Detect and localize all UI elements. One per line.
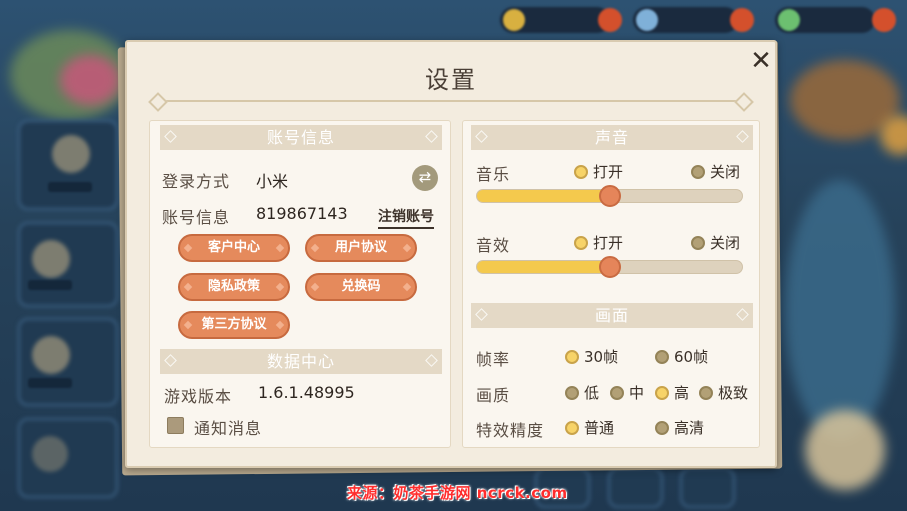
dialog-title: 设置 [425,66,477,94]
radio-selected-icon [565,349,579,364]
data-center-section-header: 数据中心 [160,349,442,374]
fps-option-60[interactable]: 60帧 [655,346,708,367]
sound-section-header: 声音 [471,125,753,150]
radio-unselected-icon [655,349,669,364]
bg-decoration [785,180,895,440]
bg-tile-icon [32,336,70,374]
quality-option-label: 高 [674,384,690,402]
bg-tile-label [28,280,72,290]
account-info-label: 账号信息 [162,208,231,227]
effects-label: 特效精度 [476,421,545,440]
quality-option-medium[interactable]: 中 [610,382,644,403]
customer-center-button[interactable]: 客户中心 [178,234,290,262]
account-panel: 账号信息 登录方式 小米 ⇄ 账号信息 819867143 注销账号 客户中心 … [149,120,451,448]
game-version-label: 游戏版本 [164,387,233,406]
quality-option-label: 低 [584,384,600,402]
add-gold-icon [598,8,622,32]
privacy-policy-button[interactable]: 隐私政策 [178,273,290,301]
watermark: 来源：奶茶手游网 ncrck.com [347,484,568,502]
radio-unselected-icon [655,420,669,435]
quality-option-label: 极致 [718,384,749,402]
effects-option-hd[interactable]: 高清 [655,417,704,438]
radio-unselected-icon [699,385,713,400]
radio-unselected-icon [610,385,624,400]
display-section-header: 画面 [471,303,753,328]
stamina-icon [778,9,800,31]
bg-tile-label [28,378,72,388]
sfx-off-label: 关闭 [710,234,741,252]
music-slider-knob[interactable] [598,185,621,207]
fps-option-label: 60帧 [674,348,709,366]
fps-label: 帧率 [476,350,511,369]
bg-tile-label [48,182,92,192]
sfx-off-option[interactable]: 关闭 [691,232,740,253]
effects-option-label: 普通 [584,419,615,437]
radio-unselected-icon [565,385,579,400]
bg-tile-icon [32,436,68,472]
effects-option-normal[interactable]: 普通 [565,417,614,438]
quality-option-low[interactable]: 低 [565,382,599,403]
game-version-value: 1.6.1.48995 [258,383,355,402]
settings-dialog: 设置 ✕ 账号信息 登录方式 小米 ⇄ 账号信息 819867143 注销账号 … [125,40,777,468]
fps-option-label: 30帧 [584,348,619,366]
radio-unselected-icon [691,164,705,179]
radio-selected-icon [565,420,579,435]
sfx-volume-slider[interactable] [476,256,743,278]
music-volume-slider[interactable] [476,185,743,207]
effects-option-label: 高清 [674,419,705,437]
add-stamina-icon [872,8,896,32]
radio-selected-icon [574,164,588,179]
music-slider-fill [477,190,610,202]
music-on-option[interactable]: 打开 [574,161,623,182]
login-method-value: 小米 [256,172,289,191]
bg-decoration [60,55,120,105]
sfx-label: 音效 [476,236,511,255]
sfx-on-option[interactable]: 打开 [574,232,623,253]
radio-selected-icon [655,385,669,400]
cancel-account-link[interactable]: 注销账号 [378,206,434,229]
quality-option-label: 中 [629,384,645,402]
user-agreement-button[interactable]: 用户协议 [305,234,417,262]
bg-decoration [880,115,907,155]
swap-icon[interactable]: ⇄ [412,165,438,191]
bg-tile [680,468,735,508]
music-on-label: 打开 [593,163,624,181]
music-label: 音乐 [476,165,511,184]
radio-selected-icon [574,235,588,250]
title-divider [159,100,743,102]
account-section-header: 账号信息 [160,125,442,150]
bg-tile [608,468,663,508]
music-off-option[interactable]: 关闭 [691,161,740,182]
notification-label: 通知消息 [194,419,263,438]
quality-label: 画质 [476,386,511,405]
bg-decoration [805,410,885,490]
fps-option-30[interactable]: 30帧 [565,346,618,367]
music-off-label: 关闭 [710,163,741,181]
sound-display-panel: 声音 音乐 打开 关闭 音效 打开 关闭 画面 帧率 30帧 60帧 画质 低 … [462,120,760,448]
login-method-label: 登录方式 [162,172,231,191]
quality-option-high[interactable]: 高 [655,382,689,403]
add-gem-icon [730,8,754,32]
radio-unselected-icon [691,235,705,250]
notification-checkbox[interactable] [167,417,184,434]
account-id-value: 819867143 [256,204,348,223]
close-icon[interactable]: ✕ [749,48,773,74]
quality-option-ultra[interactable]: 极致 [699,382,748,403]
third-party-agreement-button[interactable]: 第三方协议 [178,311,290,339]
redeem-code-button[interactable]: 兑换码 [305,273,417,301]
gem-icon [636,9,658,31]
bg-tile-icon [32,240,70,278]
sfx-on-label: 打开 [593,234,624,252]
coin-icon [503,9,525,31]
sfx-slider-fill [477,261,610,273]
sfx-slider-knob[interactable] [598,256,621,278]
bg-tile-icon [52,135,90,173]
